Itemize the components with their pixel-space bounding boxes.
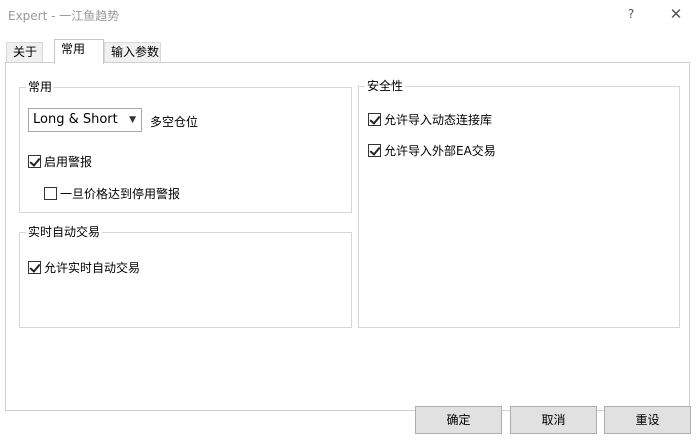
position-mode-select[interactable]: Long & Short ▼	[28, 108, 142, 132]
tab-panel-common: 常用 Long & Short ▼ 多空仓位 启用警报 一旦价格达到停用警报 实…	[5, 62, 690, 411]
allow-external-ea-checkbox[interactable]: 允许导入外部EA交易	[368, 142, 496, 158]
position-mode-label: 多空仓位	[150, 115, 199, 129]
title-bar: Expert - 一江鱼趋势 ? ✕	[0, 0, 697, 30]
ok-button[interactable]: 确定	[415, 406, 502, 434]
allow-external-ea-label: 允许导入外部EA交易	[384, 144, 496, 158]
common-group: 常用 Long & Short ▼ 多空仓位 启用警报 一旦价格达到停用警报	[19, 79, 352, 213]
help-button[interactable]: ?	[620, 4, 642, 26]
allow-dll-import-label: 允许导入动态连接库	[384, 113, 493, 127]
cancel-button[interactable]: 取消	[510, 406, 597, 434]
tab-about[interactable]: 关于	[6, 42, 43, 63]
common-group-title: 常用	[26, 79, 55, 95]
allow-live-trading-checkbox[interactable]: 允许实时自动交易	[28, 259, 140, 275]
auto-trading-group: 实时自动交易 允许实时自动交易	[19, 224, 352, 328]
position-mode-value: Long & Short	[33, 112, 118, 127]
security-group-title: 安全性	[365, 78, 406, 94]
enable-alerts-checkbox[interactable]: 启用警报	[28, 153, 92, 169]
auto-trading-group-title: 实时自动交易	[26, 224, 103, 240]
checkbox-checked-icon[interactable]	[28, 261, 41, 274]
checkbox-unchecked-icon[interactable]	[44, 187, 57, 200]
chevron-down-icon: ▼	[129, 115, 136, 125]
enable-alerts-label: 启用警报	[44, 155, 93, 169]
close-button[interactable]: ✕	[665, 4, 687, 26]
reset-button[interactable]: 重设	[604, 406, 691, 434]
disable-alert-on-price-checkbox[interactable]: 一旦价格达到停用警报	[44, 185, 180, 201]
security-group: 安全性 允许导入动态连接库 允许导入外部EA交易	[358, 78, 680, 328]
window-title: Expert - 一江鱼趋势	[8, 9, 120, 23]
allow-live-trading-label: 允许实时自动交易	[44, 261, 141, 275]
tab-common[interactable]: 常用	[54, 39, 104, 64]
tab-inputs[interactable]: 输入参数	[104, 42, 161, 63]
allow-dll-import-checkbox[interactable]: 允许导入动态连接库	[368, 111, 492, 127]
checkbox-checked-icon[interactable]	[28, 155, 41, 168]
checkbox-checked-icon[interactable]	[368, 113, 381, 126]
checkbox-checked-icon[interactable]	[368, 144, 381, 157]
disable-alert-on-price-label: 一旦价格达到停用警报	[60, 187, 181, 201]
